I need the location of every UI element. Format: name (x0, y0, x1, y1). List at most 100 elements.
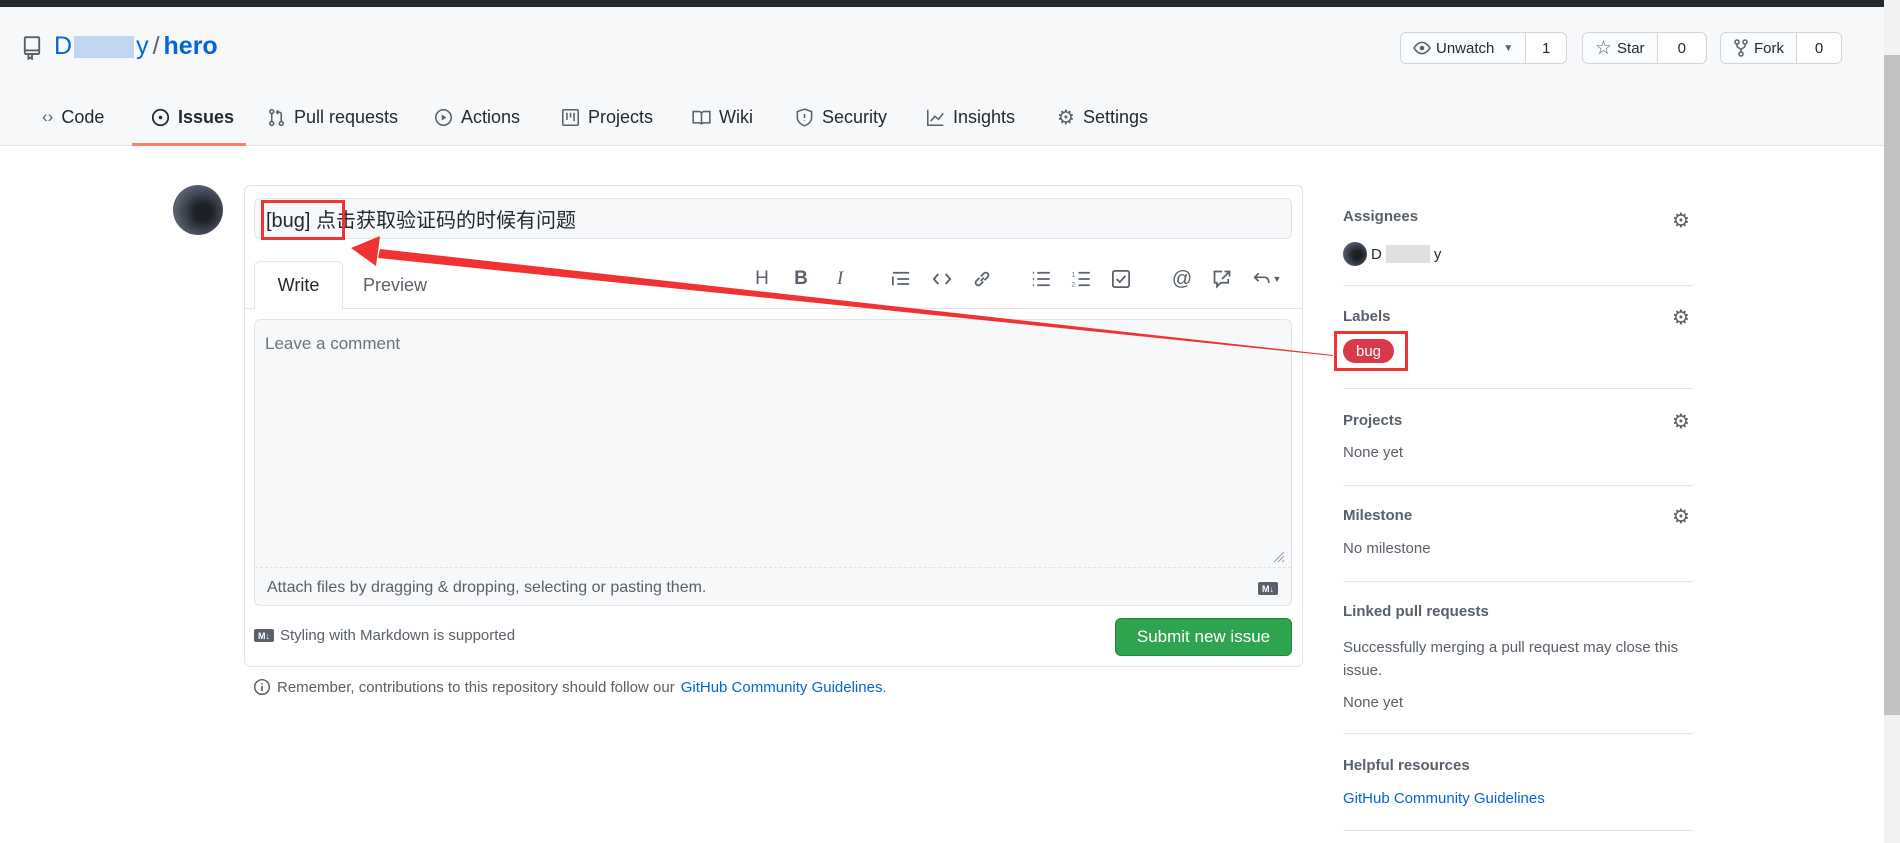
unordered-list-icon[interactable] (1029, 268, 1053, 290)
unwatch-button[interactable]: Unwatch ▼ (1401, 33, 1527, 63)
shield-icon (796, 107, 813, 127)
cross-reference-icon[interactable] (1210, 268, 1234, 290)
comment-textarea[interactable] (254, 319, 1292, 606)
unwatch-label: Unwatch (1436, 39, 1495, 57)
annotation-box-title (261, 200, 345, 240)
gear-icon[interactable]: ⚙ (1672, 305, 1692, 329)
task-list-icon[interactable] (1109, 268, 1133, 290)
gear-icon[interactable]: ⚙ (1672, 208, 1692, 232)
sidebar-divider (1343, 581, 1693, 582)
tab-label: Wiki (719, 106, 753, 127)
tab-label: Insights (953, 106, 1016, 127)
assignee-name: D (1371, 245, 1382, 263)
tab-label: Actions (461, 106, 521, 127)
attach-files-hint[interactable]: Attach files by dragging & dropping, sel… (267, 579, 706, 597)
play-icon (435, 108, 452, 126)
annotation-box-label (1334, 331, 1408, 371)
bold-icon[interactable]: B (789, 268, 813, 290)
helpful-guidelines-link[interactable]: GitHub Community Guidelines (1343, 790, 1545, 807)
scrollbar-thumb[interactable] (1884, 55, 1900, 715)
star-button-group: ☆ Star 0 (1582, 32, 1707, 64)
guidelines-suffix: . (882, 678, 887, 696)
issue-opened-icon (151, 108, 170, 126)
stars-count[interactable]: 0 (1657, 33, 1706, 63)
tab-label: Pull requests (294, 106, 399, 127)
assignee-name-tail: y (1433, 245, 1442, 263)
issue-title-input[interactable]: [bug] 点击获取验证码的时候有问题 (254, 198, 1292, 239)
watchers-count[interactable]: 1 (1526, 33, 1566, 63)
attach-divider (255, 567, 1291, 568)
community-guidelines-link[interactable]: GitHub Community Guidelines (681, 679, 883, 696)
code-icon[interactable] (930, 268, 954, 290)
repo-icon (23, 36, 41, 60)
fork-label: Fork (1754, 39, 1784, 57)
submit-new-issue-button[interactable]: Submit new issue (1115, 618, 1292, 656)
tab-label: Settings (1082, 106, 1148, 127)
assignee-avatar (1343, 242, 1367, 266)
tab-settings[interactable]: ⚙ Settings (1057, 104, 1148, 130)
tab-write[interactable]: Write (254, 261, 343, 309)
sidebar-divider (1343, 830, 1693, 831)
contribution-guidelines-note: Remember, contributions to this reposito… (253, 678, 887, 696)
italic-icon[interactable]: I (828, 268, 852, 290)
tab-projects[interactable]: Projects (561, 104, 653, 130)
repo-name-link[interactable]: hero (164, 32, 218, 60)
star-button[interactable]: ☆ Star (1583, 33, 1658, 63)
eye-icon (1413, 41, 1431, 55)
helpful-resources-heading: Helpful resources (1343, 757, 1470, 774)
git-pull-request-icon (269, 108, 284, 126)
graph-icon (927, 109, 944, 126)
sidebar-divider (1343, 388, 1693, 389)
ordered-list-icon[interactable]: 12 (1069, 268, 1093, 290)
labels-heading[interactable]: Labels (1343, 308, 1391, 325)
svg-text:2: 2 (1072, 282, 1076, 289)
fork-icon (1734, 39, 1748, 57)
gear-icon[interactable]: ⚙ (1672, 409, 1692, 433)
breadcrumb-separator: / (152, 32, 160, 60)
linked-prs-heading: Linked pull requests (1343, 603, 1489, 620)
fork-button-group: Fork 0 (1720, 32, 1842, 64)
link-icon[interactable] (970, 268, 994, 290)
avatar (173, 185, 223, 235)
tab-security[interactable]: Security (795, 104, 887, 130)
fork-button[interactable]: Fork (1721, 33, 1797, 63)
tab-issues[interactable]: Issues (151, 104, 234, 130)
sidebar-divider (1343, 285, 1693, 286)
gear-icon[interactable]: ⚙ (1672, 504, 1692, 528)
watch-button-group: Unwatch ▼ 1 (1400, 32, 1567, 64)
svg-text:1: 1 (1072, 272, 1076, 279)
assignee-item[interactable]: Dy (1343, 242, 1441, 266)
mention-icon[interactable]: @ (1170, 268, 1194, 290)
repo-owner-link[interactable]: Dy (54, 32, 149, 60)
comment-placeholder: Leave a comment (265, 334, 401, 353)
resize-handle-icon[interactable] (1271, 549, 1285, 563)
tab-wiki[interactable]: Wiki (692, 104, 753, 130)
projects-heading[interactable]: Projects (1343, 412, 1402, 429)
quote-icon[interactable] (889, 268, 913, 290)
tab-preview[interactable]: Preview (360, 261, 430, 309)
tab-label: Code (61, 106, 105, 127)
markdown-support-link[interactable]: M↓ Styling with Markdown is supported (254, 627, 515, 644)
star-icon: ☆ (1595, 37, 1613, 59)
saved-replies-icon[interactable]: ▼ (1249, 268, 1285, 290)
assignees-heading[interactable]: Assignees (1343, 208, 1418, 225)
redacted-owner (74, 36, 135, 59)
guidelines-text: Remember, contributions to this reposito… (277, 678, 675, 696)
forks-count[interactable]: 0 (1797, 33, 1841, 63)
sidebar-divider (1343, 733, 1693, 734)
tab-pull-requests[interactable]: Pull requests (267, 104, 398, 130)
tab-insights[interactable]: Insights (926, 104, 1015, 130)
heading-icon[interactable]: H (750, 268, 774, 290)
markdown-note: Styling with Markdown is supported (280, 627, 516, 644)
milestone-value: No milestone (1343, 540, 1431, 557)
tab-code[interactable]: ‹› Code (42, 104, 104, 130)
breadcrumb: Dy / hero (54, 32, 218, 61)
top-bar (0, 0, 1900, 7)
milestone-heading[interactable]: Milestone (1343, 507, 1412, 524)
code-icon: ‹› (42, 107, 54, 126)
caret-down-icon: ▼ (1272, 274, 1282, 284)
tab-actions[interactable]: Actions (434, 104, 520, 130)
active-tab-indicator (132, 143, 246, 146)
tab-label: Security (822, 106, 888, 127)
tab-label: Issues (178, 106, 235, 127)
